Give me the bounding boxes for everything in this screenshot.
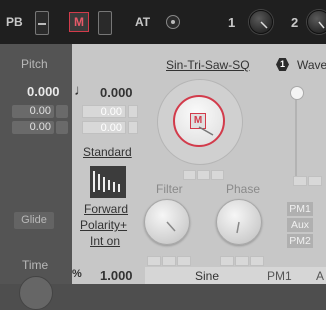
pb-switch-mark: [38, 23, 46, 25]
aux-button[interactable]: Aux: [287, 218, 313, 232]
filter-slot-2[interactable]: [162, 256, 176, 266]
pm2-button[interactable]: PM2: [287, 234, 313, 248]
wave-slot-1[interactable]: [183, 170, 196, 180]
time-label: Time: [22, 258, 49, 272]
note-sub-value-1: 0.00: [100, 106, 122, 118]
phase-label: Phase: [226, 182, 261, 196]
pitch-label: Pitch: [21, 57, 48, 71]
knob-indicator-icon: [318, 21, 325, 29]
glide-button[interactable]: Glide: [14, 212, 54, 229]
pb-switch[interactable]: [35, 11, 49, 35]
pm1-button[interactable]: PM1: [287, 202, 313, 216]
knob-indicator-icon: [198, 126, 214, 136]
wave-slot-2[interactable]: [197, 170, 210, 180]
at-label: AT: [135, 15, 151, 29]
level-slider-track: [295, 88, 297, 180]
note-sub-value-2: 0.00: [100, 122, 122, 134]
wave-select-knob[interactable]: M: [173, 95, 225, 147]
pitch-sub-field-1[interactable]: 0.00: [12, 105, 54, 118]
wave-label: Wave: [297, 58, 326, 72]
filter-knob[interactable]: [144, 199, 190, 245]
knob-indicator-icon: [236, 221, 240, 234]
pitch-sub-field-2[interactable]: 0.00: [12, 121, 54, 134]
sine-label[interactable]: Sine: [195, 269, 219, 283]
macro-knob-2[interactable]: [307, 10, 326, 34]
level-slot-1[interactable]: [293, 176, 307, 186]
filter-label: Filter: [156, 182, 183, 196]
phase-slot-3[interactable]: [250, 256, 264, 266]
note-sub-chip-2[interactable]: [128, 121, 138, 134]
note-sub-field-2[interactable]: 0.00: [82, 121, 126, 134]
percent-value[interactable]: 1.000: [100, 268, 133, 283]
pitch-sub-chip-1[interactable]: [56, 105, 68, 118]
at-radio[interactable]: [166, 15, 180, 29]
pitch-value[interactable]: 0.000: [27, 84, 60, 99]
filter-slot-1[interactable]: [147, 256, 161, 266]
wave-slot-3[interactable]: [211, 170, 224, 180]
note-sub-field-1[interactable]: 0.00: [82, 105, 126, 118]
filter-slot-3[interactable]: [177, 256, 191, 266]
pitch-sub-value-1: 0.00: [29, 105, 51, 117]
bottom-a-label[interactable]: A: [316, 269, 324, 283]
note-sub-chip-1[interactable]: [128, 105, 138, 118]
polarity-button[interactable]: Polarity+: [80, 218, 127, 232]
knob-indicator-icon: [260, 21, 268, 29]
mod-switch[interactable]: [98, 11, 112, 35]
standard-mode-button[interactable]: Standard: [83, 145, 132, 159]
percent-icon: %: [72, 268, 82, 280]
forward-button[interactable]: Forward: [84, 202, 128, 216]
pitch-sub-value-2: 0.00: [29, 121, 51, 133]
time-knob[interactable]: [19, 276, 53, 310]
int-on-button[interactable]: Int on: [90, 234, 120, 248]
staircase-wave-icon: [93, 171, 120, 192]
macro-knob-1[interactable]: [249, 10, 273, 34]
knob-indicator-icon: [166, 221, 176, 232]
phase-knob[interactable]: [216, 199, 262, 245]
knob-1-label: 1: [228, 15, 236, 30]
pitch-sub-chip-2[interactable]: [56, 121, 68, 134]
pb-label: PB: [6, 15, 23, 29]
mod-m-button[interactable]: M: [69, 12, 89, 32]
pitch-panel: [0, 44, 72, 284]
level-slider-handle[interactable]: [290, 86, 304, 100]
bottom-strip: [145, 267, 326, 284]
waveform-shape-icon[interactable]: [90, 166, 126, 198]
knob-2-label: 2: [291, 15, 299, 30]
bottom-pm1-label[interactable]: PM1: [267, 269, 292, 283]
note-value[interactable]: 0.000: [100, 85, 133, 100]
wave-type-selector[interactable]: Sin-Tri-Saw-SQ: [166, 58, 250, 72]
level-slot-2[interactable]: [308, 176, 322, 186]
phase-slot-1[interactable]: [220, 256, 234, 266]
phase-slot-2[interactable]: [235, 256, 249, 266]
note-icon: ♩: [74, 82, 89, 99]
